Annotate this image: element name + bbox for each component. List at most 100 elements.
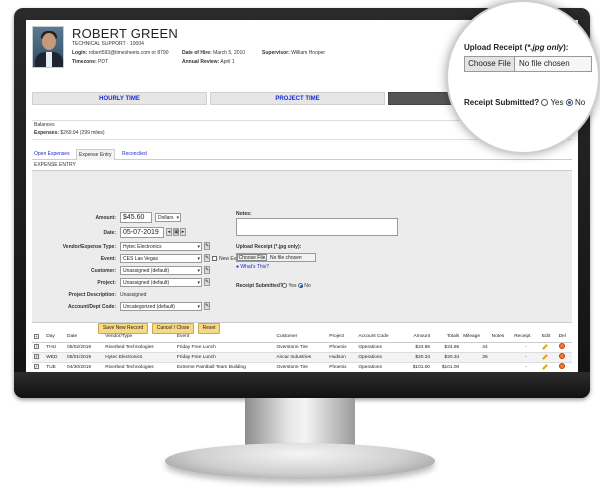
project-label: Project: bbox=[97, 280, 116, 286]
receipt-submitted-options: Yes No bbox=[282, 283, 311, 289]
expand-row-icon[interactable]: + bbox=[32, 362, 45, 372]
cell-notes bbox=[489, 352, 513, 363]
zoom-receipt-no-radio[interactable] bbox=[565, 99, 573, 106]
monitor-bezel bbox=[14, 372, 590, 398]
cell-account: Operations bbox=[356, 352, 403, 363]
date-label: Date: bbox=[103, 230, 116, 236]
subtab-open-expenses[interactable]: Open Expenses bbox=[34, 151, 70, 157]
zoom-receipt-yes-radio[interactable] bbox=[541, 99, 549, 106]
zoom-upload-label-text: Upload Receipt ( bbox=[464, 43, 528, 52]
login-info: Login: robert593@timesheets.com or 8790 bbox=[72, 50, 169, 56]
zoom-choose-file-button[interactable]: Choose File bbox=[465, 57, 515, 71]
monitor-stand-base bbox=[165, 443, 435, 479]
cell-account: Operations bbox=[356, 342, 403, 353]
amount-label: Amount: bbox=[95, 215, 116, 221]
currency-select[interactable]: Dollars bbox=[155, 213, 181, 222]
edit-icon[interactable] bbox=[539, 362, 557, 372]
cell-notes bbox=[489, 342, 513, 353]
customer-select[interactable]: Unassigned (default) bbox=[120, 266, 202, 275]
whats-this-label: What's This? bbox=[240, 264, 270, 270]
upload-receipt-label: Upload Receipt (*.jpg only): bbox=[236, 244, 302, 250]
col-vendor: Vendor/Type bbox=[103, 332, 175, 343]
event-edit-icon[interactable]: ✎ bbox=[204, 254, 210, 262]
expenses-table: + Day Date Vendor/Type Event Customer Pr… bbox=[32, 332, 572, 372]
zoom-receipt-submitted: Receipt Submitted? Yes No bbox=[464, 98, 585, 107]
vendor-select[interactable]: Hytec Electronics bbox=[120, 242, 202, 251]
cell-mileage bbox=[461, 362, 490, 372]
next-day-icon[interactable]: ▸ bbox=[180, 228, 186, 236]
timezone-label: Timezone: bbox=[72, 59, 97, 65]
expand-all-header[interactable]: + bbox=[32, 332, 45, 343]
cell-date: 04/30/2019 bbox=[65, 362, 104, 372]
employee-name: ROBERT GREEN bbox=[72, 26, 178, 41]
choose-file-button[interactable]: Choose File bbox=[237, 254, 267, 261]
expense-entry-form: Amount: $45.60 Dollars Date: 05-07-2019 … bbox=[32, 171, 572, 334]
project-description-value: Unassigned bbox=[120, 292, 147, 298]
review-value: April 1 bbox=[220, 59, 235, 65]
delete-icon[interactable] bbox=[556, 352, 572, 363]
receipt-yes-radio[interactable] bbox=[282, 283, 287, 289]
supervisor-info: Supervisor: William Hooper bbox=[262, 50, 325, 56]
zoom-receipt-file-input[interactable]: Choose File No file chosen bbox=[464, 56, 592, 72]
cell-receipt: - bbox=[512, 352, 540, 363]
zoom-upload-receipt-label: Upload Receipt (*.jpg only): bbox=[464, 43, 568, 52]
cell-amount: $101.00 bbox=[402, 362, 433, 372]
account-edit-icon[interactable]: ✎ bbox=[204, 302, 210, 310]
whats-this-link[interactable]: ● What's This? bbox=[236, 264, 269, 270]
col-date: Date bbox=[65, 332, 104, 343]
table-row: + THU 05/02/2019 Riverbed Technologies F… bbox=[32, 342, 572, 353]
account-code-select[interactable]: Uncategorized (default) bbox=[120, 302, 202, 311]
cell-customer: Aircar Industries bbox=[274, 352, 328, 363]
delete-icon[interactable] bbox=[556, 362, 572, 372]
receipt-yes-label: Yes bbox=[288, 283, 297, 289]
no-file-text: No file chosen bbox=[270, 255, 302, 261]
customer-edit-icon[interactable]: ✎ bbox=[204, 266, 210, 274]
edit-icon[interactable] bbox=[539, 352, 557, 363]
tab-project-time[interactable]: PROJECT TIME bbox=[210, 92, 385, 105]
edit-icon[interactable] bbox=[539, 342, 557, 353]
delete-icon[interactable] bbox=[556, 342, 572, 353]
project-select[interactable]: Unassigned (default) bbox=[120, 278, 202, 287]
project-description-label: Project Description: bbox=[68, 292, 116, 298]
new-event-checkbox[interactable] bbox=[212, 256, 217, 261]
event-select[interactable]: CES Las Vegas bbox=[120, 254, 202, 263]
supervisor-value: William Hooper bbox=[291, 50, 326, 56]
timezone-value: PDT bbox=[98, 59, 109, 65]
notes-textarea[interactable] bbox=[236, 218, 398, 236]
cell-event: Friday Free Lunch bbox=[174, 342, 275, 353]
cell-mileage: 36 bbox=[461, 352, 490, 363]
calendar-icon[interactable]: ▦ bbox=[173, 228, 179, 236]
expand-row-icon[interactable]: + bbox=[32, 352, 45, 363]
cell-event: Extreme Paintball Team Building bbox=[174, 362, 275, 372]
col-account: Account Code bbox=[356, 332, 403, 343]
project-edit-icon[interactable]: ✎ bbox=[204, 278, 210, 286]
expand-row-icon[interactable]: + bbox=[32, 342, 45, 353]
cell-receipt: - bbox=[512, 362, 540, 372]
supervisor-label: Supervisor: bbox=[262, 50, 290, 56]
col-del: Del bbox=[556, 332, 572, 343]
zoom-upload-label-em: *.jpg only bbox=[527, 43, 564, 52]
receipt-file-input[interactable]: Choose File No file chosen bbox=[236, 253, 316, 262]
hire-info: Date of Hire: March 5, 2010 bbox=[182, 50, 245, 56]
prev-day-icon[interactable]: ◂ bbox=[166, 228, 172, 236]
review-label: Annual Review: bbox=[182, 59, 220, 65]
cell-vendor: Riverbed Technologies bbox=[103, 342, 175, 353]
employee-role: TECHNICAL SUPPORT · 10004 bbox=[72, 41, 144, 47]
cell-date: 05/01/2019 bbox=[65, 352, 104, 363]
expense-sub-tabs: Open Expenses Expense Entry Reconciled bbox=[32, 149, 572, 160]
subtab-reconciled[interactable]: Reconciled bbox=[122, 151, 147, 157]
table-row: + WED 05/01/2019 Hytec Electronics Frida… bbox=[32, 352, 572, 363]
subtab-expense-entry[interactable]: Expense Entry bbox=[76, 149, 115, 160]
col-edit: Edit bbox=[539, 332, 557, 343]
tab-hourly-time[interactable]: HOURLY TIME bbox=[32, 92, 207, 105]
amount-input[interactable]: $45.60 bbox=[120, 212, 152, 223]
cell-vendor: Riverbed Technologies bbox=[103, 362, 175, 372]
vendor-label: Vendor/Expense Type: bbox=[62, 244, 116, 250]
vendor-edit-icon[interactable]: ✎ bbox=[204, 242, 210, 250]
date-input[interactable]: 05-07-2019 bbox=[120, 227, 164, 238]
receipt-no-radio[interactable] bbox=[297, 283, 303, 289]
cell-amount: $24.86 bbox=[402, 342, 433, 353]
cell-amount: $20.34 bbox=[402, 352, 433, 363]
col-project: Project bbox=[327, 332, 357, 343]
table-header-row: + Day Date Vendor/Type Event Customer Pr… bbox=[32, 332, 572, 343]
